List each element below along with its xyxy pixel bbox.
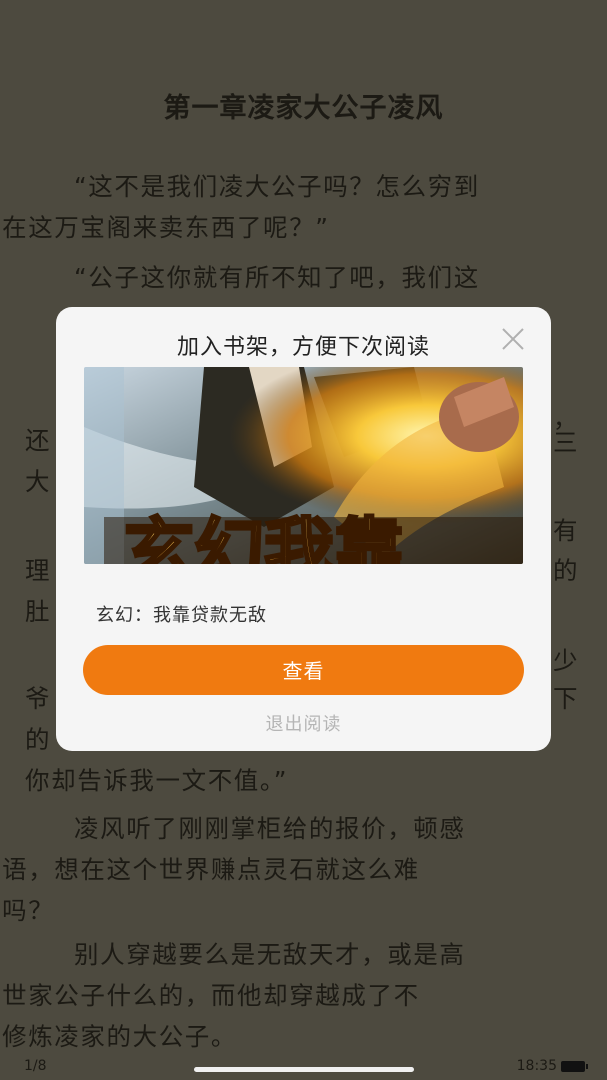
exit-reading-link[interactable]: 退出阅读: [56, 710, 551, 736]
cover-artwork: 玄幻我靠: [84, 367, 523, 564]
cover-title-text: 玄幻我靠: [124, 510, 404, 564]
book-title: 玄幻：我靠贷款无敌: [96, 605, 267, 626]
view-button[interactable]: 查看: [83, 645, 524, 695]
dialog-title: 加入书架，方便下次阅读: [176, 335, 430, 360]
add-to-shelf-dialog: 加入书架，方便下次阅读 玄幻我靠 玄幻：我靠贷款无敌 查看 退出阅读: [56, 307, 551, 751]
book-cover-image[interactable]: 玄幻我靠: [84, 367, 523, 564]
close-button[interactable]: [499, 325, 527, 353]
close-icon: [502, 328, 524, 350]
